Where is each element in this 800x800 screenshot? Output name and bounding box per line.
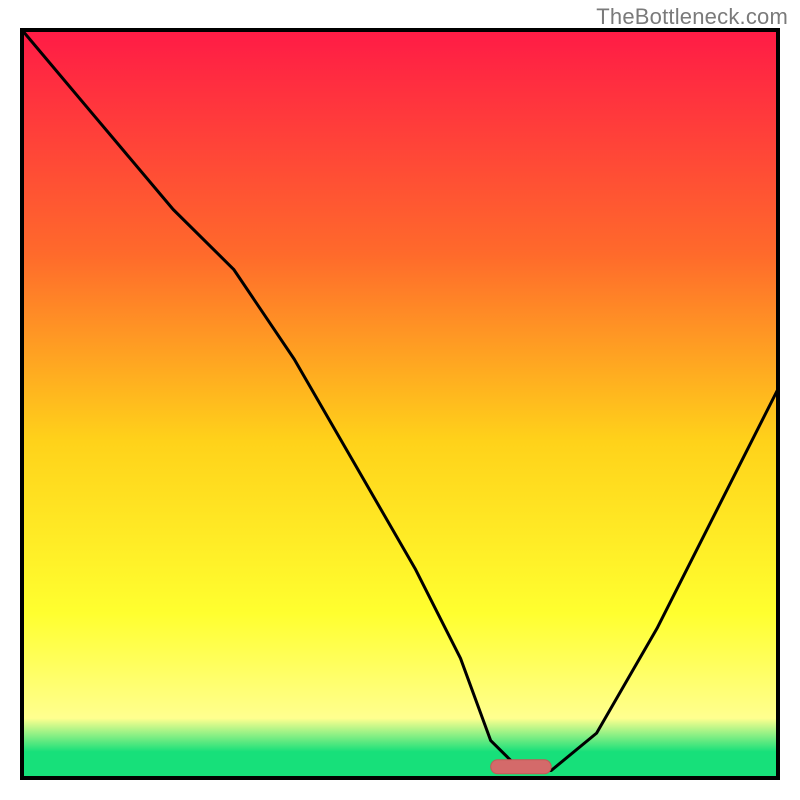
watermark-label: TheBottleneck.com — [596, 4, 788, 30]
bottleneck-chart — [0, 0, 800, 800]
optimal-marker — [491, 760, 552, 774]
gradient-background — [22, 30, 778, 778]
